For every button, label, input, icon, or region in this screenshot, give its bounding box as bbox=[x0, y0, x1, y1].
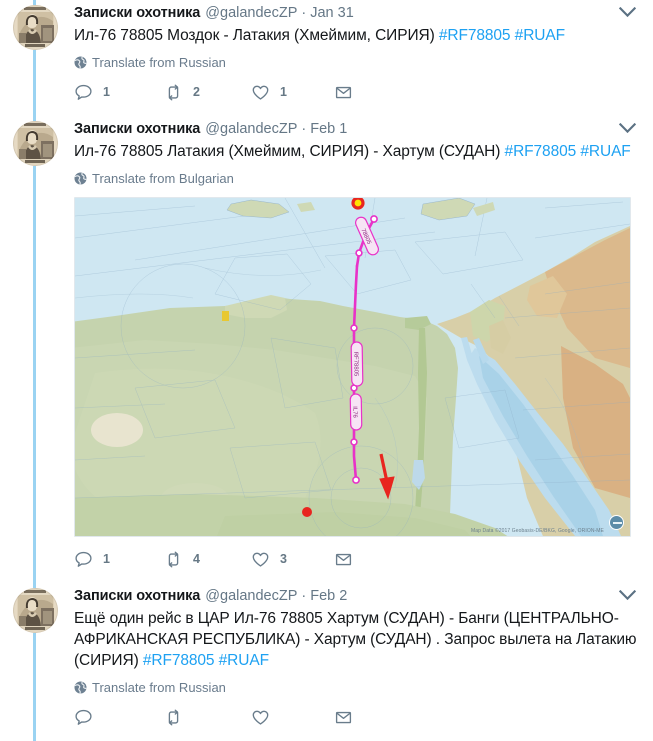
retweet-icon bbox=[164, 708, 183, 727]
translate-label: Translate from Russian bbox=[92, 680, 226, 695]
reply-action-count: 1 bbox=[103, 552, 110, 566]
map-attribution: Map Data ©2017 Geobasis-DE/BKG, Google, … bbox=[471, 528, 604, 534]
tweet-text-segment: Ил-76 78805 Моздок - Латакия (Хмеймим, С… bbox=[74, 27, 439, 44]
avatar[interactable] bbox=[13, 121, 58, 166]
translate-label: Translate from Bulgarian bbox=[92, 171, 234, 186]
tweet-body: Записки охотника @galandecZP · Feb 1 Ил-76 … bbox=[58, 121, 641, 583]
chevron-down-icon[interactable] bbox=[619, 590, 639, 608]
tweet-header: Записки охотника @galandecZP · Jan 31 bbox=[74, 5, 641, 22]
tweet[interactable]: Записки охотника @galandecZP · Jan 31 Ил-76… bbox=[0, 0, 653, 116]
svg-text:IL76: IL76 bbox=[351, 406, 357, 418]
reply-icon bbox=[74, 708, 93, 727]
like-action-count: 1 bbox=[280, 85, 287, 99]
hashtag-link[interactable]: #RUAF bbox=[219, 652, 269, 669]
reply-action[interactable] bbox=[74, 707, 164, 727]
avatar[interactable] bbox=[13, 588, 58, 633]
tweet-header: Записки охотника @galandecZP · Feb 2 bbox=[74, 588, 641, 605]
hashtag-link[interactable]: #RF78805 bbox=[505, 143, 577, 160]
tweet-text: Ещё один рейс в ЦАР Ил-76 78805 Хартум (… bbox=[74, 608, 641, 671]
dm-action[interactable] bbox=[334, 549, 374, 569]
tweet-header: Записки охотника @galandecZP · Feb 1 bbox=[74, 121, 641, 138]
header-separator: · bbox=[301, 121, 307, 137]
avatar[interactable] bbox=[13, 5, 58, 50]
hashtag-link[interactable]: #RF78805 bbox=[439, 27, 511, 44]
like-action[interactable]: 1 bbox=[251, 82, 334, 102]
globe-icon bbox=[74, 172, 87, 185]
heart-icon bbox=[251, 83, 270, 102]
avatar-column bbox=[13, 5, 58, 116]
account-handle[interactable]: @galandecZP bbox=[205, 5, 297, 22]
retweet-action[interactable]: 2 bbox=[164, 82, 251, 102]
envelope-icon bbox=[334, 550, 353, 569]
tweet[interactable]: Записки охотника @galandecZP · Feb 2 Ещё од… bbox=[0, 583, 653, 741]
account-handle[interactable]: @galandecZP bbox=[205, 121, 297, 138]
account-handle[interactable]: @galandecZP bbox=[205, 588, 297, 605]
tweet-text: Ил-76 78805 Латакия (Хмеймим, СИРИЯ) - Х… bbox=[74, 141, 641, 162]
account-display-name[interactable]: Записки охотника bbox=[74, 5, 200, 22]
hashtag-link[interactable]: #RF78805 bbox=[143, 652, 215, 669]
reply-icon bbox=[74, 550, 93, 569]
reply-icon bbox=[74, 83, 93, 102]
retweet-icon bbox=[164, 550, 183, 569]
retweet-icon bbox=[164, 83, 183, 102]
account-display-name[interactable]: Записки охотника bbox=[74, 588, 200, 605]
heart-icon bbox=[251, 550, 270, 569]
header-separator: · bbox=[301, 5, 307, 21]
translate-link[interactable]: Translate from Russian bbox=[74, 680, 641, 695]
retweet-action[interactable]: 4 bbox=[164, 549, 251, 569]
tweet-text: Ил-76 78805 Моздок - Латакия (Хмеймим, С… bbox=[74, 25, 641, 46]
like-action-count: 3 bbox=[280, 552, 287, 566]
tweet-actions: 1 2 1 bbox=[74, 81, 641, 116]
tweet-timestamp[interactable]: Feb 2 bbox=[310, 588, 347, 605]
tweet-text-segment: Ил-76 78805 Латакия (Хмеймим, СИРИЯ) - Х… bbox=[74, 143, 505, 160]
svg-text:RF78805: RF78805 bbox=[352, 352, 358, 377]
envelope-icon bbox=[334, 708, 353, 727]
hashtag-link[interactable]: #RUAF bbox=[580, 143, 630, 160]
avatar-column bbox=[13, 121, 58, 583]
envelope-icon bbox=[334, 83, 353, 102]
tweet-actions: 1 4 3 bbox=[74, 548, 641, 583]
dm-action[interactable] bbox=[334, 707, 374, 727]
translate-link[interactable]: Translate from Russian bbox=[74, 55, 641, 70]
globe-icon bbox=[74, 56, 87, 69]
tweet-actions bbox=[74, 706, 641, 741]
account-display-name[interactable]: Записки охотника bbox=[74, 121, 200, 138]
header-separator: · bbox=[301, 588, 307, 604]
like-action[interactable] bbox=[251, 707, 334, 727]
chevron-down-icon[interactable] bbox=[619, 7, 639, 25]
like-action[interactable]: 3 bbox=[251, 549, 334, 569]
reply-action-count: 1 bbox=[103, 85, 110, 99]
globe-icon bbox=[74, 681, 87, 694]
heart-icon bbox=[251, 708, 270, 727]
map-info-button[interactable] bbox=[609, 515, 624, 530]
reply-action[interactable]: 1 bbox=[74, 549, 164, 569]
retweet-action-count: 2 bbox=[193, 85, 200, 99]
translate-label: Translate from Russian bbox=[92, 55, 226, 70]
hashtag-link[interactable]: #RUAF bbox=[515, 27, 565, 44]
dm-action[interactable] bbox=[334, 82, 374, 102]
tweet-body: Записки охотника @galandecZP · Jan 31 Ил-76… bbox=[58, 5, 641, 116]
translate-link[interactable]: Translate from Bulgarian bbox=[74, 171, 641, 186]
tweet-body: Записки охотника @galandecZP · Feb 2 Ещё од… bbox=[58, 588, 641, 741]
tweet-timestamp[interactable]: Feb 1 bbox=[310, 121, 347, 138]
reply-action[interactable]: 1 bbox=[74, 82, 164, 102]
flight-track-map[interactable]: 78805 RF78805 IL76 Map Data ©2017 Geobas… bbox=[74, 197, 631, 537]
tweet[interactable]: Записки охотника @galandecZP · Feb 1 Ил-76 … bbox=[0, 116, 653, 583]
tweet-thread: Записки охотника @galandecZP · Jan 31 Ил-76… bbox=[0, 0, 653, 741]
retweet-action-count: 4 bbox=[193, 552, 200, 566]
chevron-down-icon[interactable] bbox=[619, 123, 639, 141]
avatar-column bbox=[13, 588, 58, 741]
tweet-timestamp[interactable]: Jan 31 bbox=[310, 5, 354, 22]
retweet-action[interactable] bbox=[164, 707, 251, 727]
